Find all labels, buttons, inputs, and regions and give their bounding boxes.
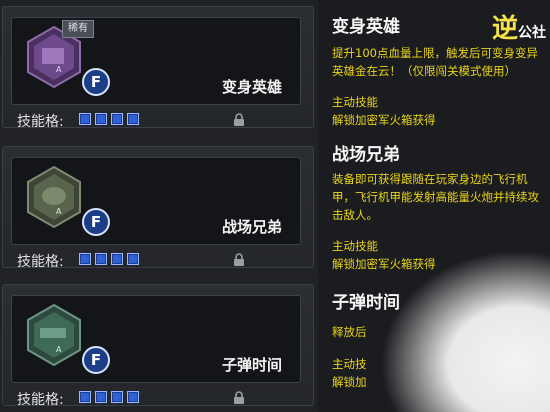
skill-card-battle-brother[interactable]: A F 战场兄弟 技能格: [2,146,314,270]
skill-list-panel: A 稀有 F 变身英雄 技能格: A F 战场兄弟 技能格: A F 子弹时间 … [0,0,318,412]
skill-name: 子弹时间 [221,356,282,374]
lock-icon [234,253,244,266]
skill-card-bullet-time[interactable]: A F 子弹时间 技能格: [2,284,314,408]
svg-text:A: A [56,65,62,74]
lock-icon [234,113,244,126]
skill-slots [79,253,139,265]
slot [79,113,91,125]
watermark-fade [380,250,550,412]
skill-card-inner: A F 子弹时间 [11,295,301,383]
hotkey-f-icon: F [82,346,110,374]
slot [127,253,139,265]
watermark-logo: 逆公社 [491,14,546,44]
skill-name: 变身英雄 [221,78,282,96]
skill-type: 主动技能 [332,239,378,253]
hotkey-f-icon: F [82,68,110,96]
bullet-badge-icon: A [24,302,84,368]
desc-title: 战场兄弟 [332,145,400,165]
skill-card-inner: A F 战场兄弟 [11,157,301,245]
skill-unlock: 解锁加 [332,375,367,389]
skill-unlock: 解锁加密军火箱获得 [332,113,436,127]
slot [79,253,91,265]
skill-slots-label: 技能格: [17,392,64,408]
desc-title: 变身英雄 [332,17,400,37]
slot [111,253,123,265]
skill-name: 战场兄弟 [221,218,282,236]
slot [111,391,123,403]
skill-slots-label: 技能格: [17,114,64,130]
skill-type: 主动技 [332,357,367,371]
lock-icon [234,391,244,404]
skill-card-inner: A 稀有 F 变身英雄 [11,17,301,105]
slot [95,253,107,265]
desc-text: 装备即可获得跟随在玩家身边的飞行机甲，飞行机甲能发射高能量火炮并持续攻击敌人。 [332,172,539,222]
slot [95,391,107,403]
slot [111,113,123,125]
rarity-tag: 稀有 [62,20,94,38]
skill-card-transform-hero[interactable]: A 稀有 F 变身英雄 技能格: [2,6,314,130]
svg-text:A: A [56,207,62,216]
skill-slots-label: 技能格: [17,254,64,270]
slot [95,113,107,125]
hotkey-f-icon: F [82,208,110,236]
skill-slots [79,391,139,403]
svg-text:A: A [56,345,62,354]
desc-text: 提升100点血量上限，触发后可变身变异英雄金在云！（仅限闯关模式使用） [332,46,538,78]
slot [79,391,91,403]
mech-badge-icon: A [24,164,84,230]
desc-text: 释放后 [332,325,367,339]
slot [127,113,139,125]
skill-type: 主动技能 [332,95,378,109]
slot [127,391,139,403]
skill-slots [79,113,139,125]
